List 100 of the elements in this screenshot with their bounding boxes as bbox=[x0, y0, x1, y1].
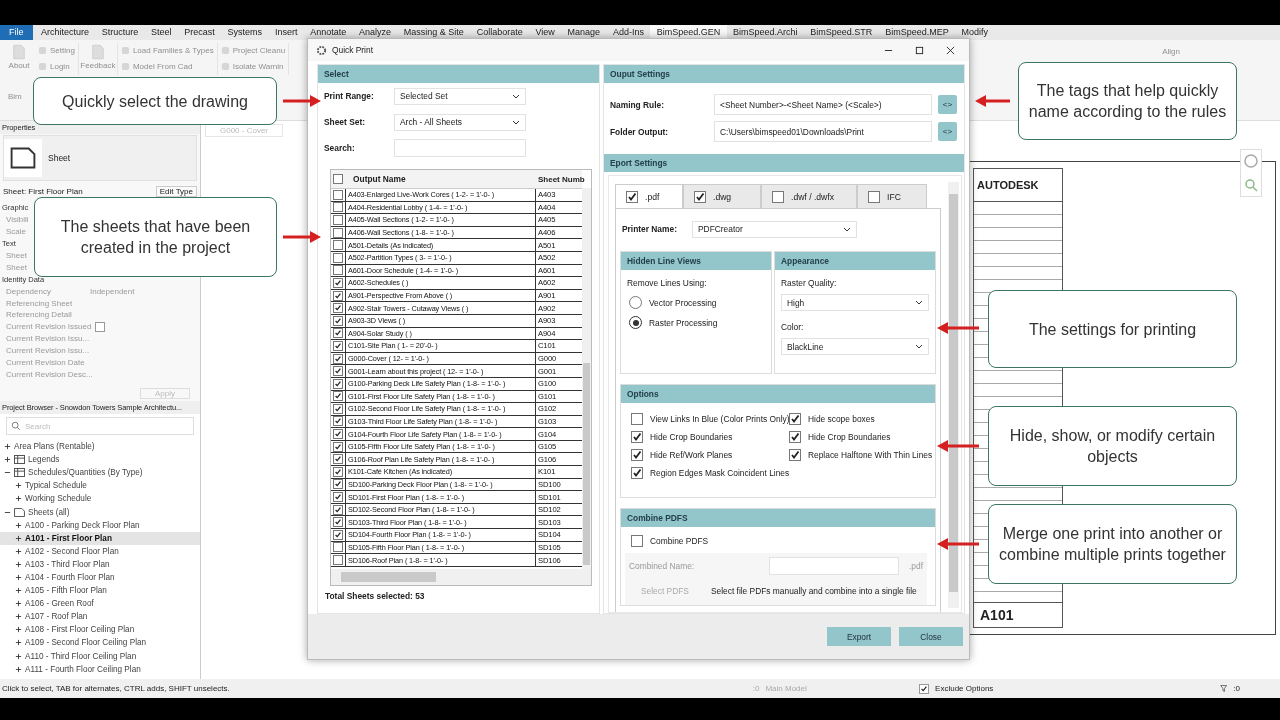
checkbox[interactable] bbox=[333, 240, 343, 251]
tag-button[interactable]: <> bbox=[938, 122, 957, 141]
checkbox[interactable] bbox=[333, 429, 343, 440]
tree-item[interactable]: Typical Schedule bbox=[0, 479, 200, 493]
ribbon-tab[interactable]: Modify bbox=[955, 25, 995, 40]
column-header[interactable]: Output Name bbox=[345, 174, 535, 184]
radio-button[interactable] bbox=[629, 296, 642, 309]
tree-item[interactable]: A102 - Second Floor Plan bbox=[0, 544, 200, 558]
dropdown[interactable]: High bbox=[781, 294, 929, 311]
checkbox[interactable] bbox=[333, 403, 343, 414]
checkbox[interactable] bbox=[333, 290, 343, 301]
ribbon-tab[interactable]: View bbox=[529, 25, 562, 40]
checkbox[interactable] bbox=[631, 431, 643, 443]
checkbox[interactable] bbox=[694, 190, 706, 203]
tree-item[interactable]: A105 - Fifth Floor Plan bbox=[0, 584, 200, 598]
filter-icon[interactable] bbox=[1219, 684, 1228, 693]
ribbon-tab[interactable]: Precast bbox=[177, 25, 222, 40]
checkbox[interactable] bbox=[789, 449, 801, 461]
checkbox[interactable] bbox=[789, 431, 801, 443]
checkbox[interactable] bbox=[333, 441, 343, 452]
ribbon-tab[interactable]: Collaborate bbox=[470, 25, 530, 40]
checkbox[interactable] bbox=[333, 252, 343, 263]
tree-item[interactable]: Sheets (all) bbox=[0, 505, 200, 519]
checkbox[interactable] bbox=[333, 366, 343, 377]
checkbox[interactable] bbox=[626, 190, 638, 203]
ribbon-tab[interactable]: BimSpeed.STR bbox=[803, 25, 879, 40]
format-tab[interactable]: .dwg bbox=[683, 184, 761, 208]
tree-item[interactable]: Area Plans (Rentable) bbox=[0, 440, 200, 454]
checkbox[interactable] bbox=[333, 174, 343, 184]
checkbox[interactable] bbox=[333, 542, 343, 553]
checkbox[interactable] bbox=[772, 190, 784, 203]
expand-icon[interactable] bbox=[4, 456, 11, 464]
tree-item[interactable]: Working Schedule bbox=[0, 492, 200, 506]
checkbox[interactable] bbox=[333, 215, 343, 225]
expand-icon[interactable] bbox=[15, 574, 22, 581]
edit-type-button[interactable]: Edit Type bbox=[155, 185, 197, 197]
ribbon-tab[interactable]: Structure bbox=[95, 25, 145, 40]
checkbox[interactable] bbox=[333, 479, 343, 490]
tree-item[interactable]: A100 - Parking Deck Floor Plan bbox=[0, 518, 200, 532]
combined-name-field[interactable] bbox=[769, 557, 899, 575]
checkbox[interactable] bbox=[333, 277, 343, 288]
tree-item[interactable]: A101 - First Floor Plan bbox=[0, 531, 200, 545]
dialog-button[interactable]: Close bbox=[899, 627, 963, 646]
checkbox[interactable] bbox=[333, 328, 343, 339]
dialog-button[interactable]: Export bbox=[827, 627, 891, 646]
ribbon-tab[interactable]: Add-Ins bbox=[606, 25, 651, 40]
dropdown[interactable]: BlackLine bbox=[781, 338, 929, 355]
expand-icon[interactable] bbox=[15, 521, 22, 529]
checkbox[interactable] bbox=[333, 492, 343, 503]
ribbon-tab[interactable]: Steel bbox=[144, 25, 178, 40]
checkbox[interactable] bbox=[333, 189, 343, 200]
naming-rule-field[interactable]: <Sheet Number>-<Sheet Name> (<Scale>) bbox=[714, 94, 932, 115]
checkbox[interactable] bbox=[789, 413, 801, 425]
dropdown[interactable]: Selected Set bbox=[394, 87, 526, 105]
checkbox[interactable] bbox=[333, 340, 343, 351]
checkbox[interactable] bbox=[95, 321, 106, 332]
file-menu-button[interactable]: File bbox=[0, 25, 33, 40]
expand-icon[interactable] bbox=[15, 665, 22, 673]
expand-icon[interactable] bbox=[15, 626, 22, 634]
expand-icon[interactable] bbox=[15, 587, 22, 595]
tree-item[interactable]: A108 - First Floor Ceiling Plan bbox=[0, 623, 200, 637]
checkbox[interactable] bbox=[631, 413, 643, 425]
checkbox[interactable] bbox=[333, 416, 343, 427]
expand-icon[interactable] bbox=[15, 495, 22, 503]
ribbon-tab[interactable]: Systems bbox=[221, 25, 269, 40]
ribbon-tab[interactable]: Manage bbox=[561, 25, 607, 40]
ribbon-tab[interactable]: Annotate bbox=[303, 25, 353, 40]
ribbon-tab[interactable]: Insert bbox=[268, 25, 304, 40]
checkbox[interactable] bbox=[333, 265, 343, 276]
checkbox[interactable] bbox=[333, 466, 343, 477]
ribbon-tab[interactable]: Architecture bbox=[34, 25, 96, 40]
scrollbar[interactable] bbox=[331, 569, 591, 585]
checkbox[interactable] bbox=[333, 378, 343, 389]
checkbox[interactable] bbox=[333, 555, 343, 565]
format-tab[interactable]: .dwf / .dwfx bbox=[761, 184, 857, 208]
tree-item[interactable]: Schedules/Quantities (By Type) bbox=[0, 466, 200, 480]
expand-icon[interactable] bbox=[15, 482, 22, 490]
checkbox[interactable] bbox=[631, 535, 643, 547]
expand-icon[interactable] bbox=[15, 600, 22, 608]
expand-icon[interactable] bbox=[15, 560, 22, 568]
checkbox[interactable] bbox=[333, 454, 343, 465]
checkbox[interactable] bbox=[333, 202, 343, 213]
checkbox[interactable] bbox=[631, 467, 643, 479]
format-tab[interactable]: IFC bbox=[857, 184, 927, 208]
checkbox[interactable] bbox=[631, 449, 643, 461]
checkbox[interactable] bbox=[333, 504, 343, 515]
expand-icon[interactable] bbox=[15, 639, 22, 647]
type-selector[interactable]: Sheet bbox=[3, 135, 197, 181]
tree-item[interactable]: A104 - Fourth Floor Plan bbox=[0, 570, 200, 585]
expand-icon[interactable] bbox=[15, 613, 22, 621]
maximize-icon[interactable] bbox=[915, 45, 924, 55]
tree-item[interactable]: A110 - Third Floor Ceiling Plan bbox=[0, 649, 200, 663]
tag-button[interactable]: <> bbox=[938, 95, 957, 114]
folder-field[interactable]: C:\Users\bimspeed01\Downloads\Print bbox=[714, 121, 932, 142]
format-tab[interactable]: .pdf bbox=[615, 184, 683, 208]
expand-icon[interactable] bbox=[15, 652, 22, 660]
ribbon-tab[interactable]: BimSpeed.MEP bbox=[878, 25, 956, 40]
checkbox[interactable] bbox=[919, 683, 930, 694]
dropdown[interactable]: PDFCreator bbox=[692, 220, 857, 238]
checkbox[interactable] bbox=[333, 529, 343, 540]
